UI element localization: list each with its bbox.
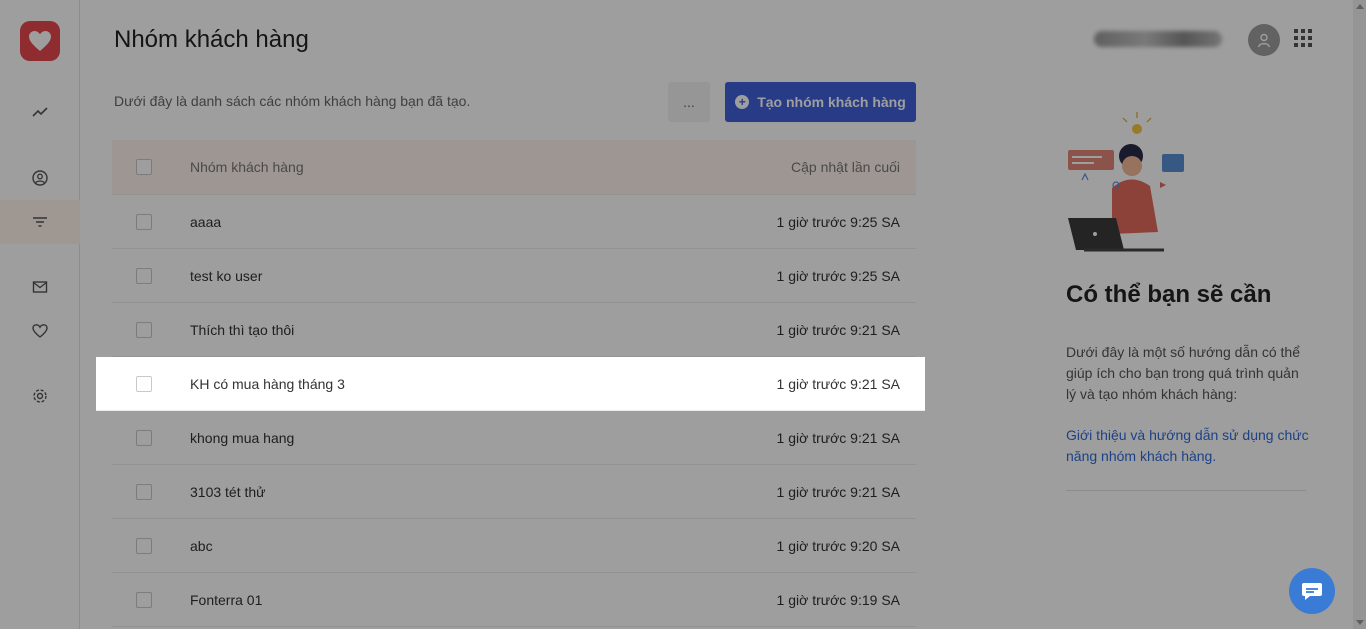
more-options-button[interactable]: ... <box>668 82 710 122</box>
panel-divider <box>1066 490 1306 491</box>
row-checkbox[interactable] <box>136 483 152 500</box>
select-all-checkbox[interactable] <box>136 159 152 175</box>
app-logo[interactable] <box>20 21 60 61</box>
help-illustration <box>1068 112 1184 252</box>
group-name[interactable]: KH có mua hàng tháng 3 <box>190 376 777 392</box>
sidebar <box>0 0 80 629</box>
column-header-updated: Cập nhật lần cuối <box>791 159 900 175</box>
table-row[interactable]: abc 1 giờ trước 9:20 SA <box>112 519 916 573</box>
create-group-button[interactable]: + Tạo nhóm khách hàng <box>725 82 916 122</box>
table-row[interactable]: khong mua hang 1 giờ trước 9:21 SA <box>112 411 916 465</box>
settings-icon <box>33 389 47 403</box>
nav-loyalty[interactable] <box>0 309 80 353</box>
apps-grid-icon[interactable] <box>1294 29 1312 47</box>
nav-settings[interactable] <box>0 374 80 418</box>
row-checkbox[interactable] <box>136 267 152 284</box>
table-row-highlighted[interactable]: KH có mua hàng tháng 3 1 giờ trước 9:21 … <box>96 357 925 411</box>
contacts-icon <box>32 170 48 186</box>
row-checkbox[interactable] <box>136 213 152 230</box>
group-updated: 1 giờ trước 9:19 SA <box>776 591 900 608</box>
row-checkbox[interactable] <box>136 429 152 446</box>
chat-support-button[interactable] <box>1289 568 1335 614</box>
table-row[interactable]: test ko user 1 giờ trước 9:25 SA <box>112 249 916 303</box>
group-updated: 1 giờ trước 9:21 SA <box>776 429 900 446</box>
scroll-down-arrow-icon[interactable] <box>1356 620 1364 625</box>
analytics-icon <box>32 107 48 117</box>
customer-groups-table: Nhóm khách hàng Cập nhật lần cuối aaaa 1… <box>96 140 925 627</box>
plus-circle-icon: + <box>735 95 750 109</box>
mail-icon <box>32 281 48 293</box>
group-updated: 1 giờ trước 9:21 SA <box>776 375 900 392</box>
group-updated: 1 giờ trước 9:21 SA <box>776 483 900 500</box>
nav-contacts[interactable] <box>0 156 80 200</box>
help-guide-link[interactable]: Giới thiệu và hướng dẫn sử dụng chức năn… <box>1066 425 1312 467</box>
vertical-scrollbar[interactable] <box>1353 0 1366 629</box>
row-checkbox[interactable] <box>136 375 152 392</box>
column-header-name: Nhóm khách hàng <box>190 159 304 175</box>
chat-icon <box>1302 583 1322 600</box>
group-name[interactable]: Thích thì tạo thôi <box>190 322 777 338</box>
table-header: Nhóm khách hàng Cập nhật lần cuối <box>112 140 916 195</box>
group-updated: 1 giờ trước 9:20 SA <box>776 537 900 554</box>
avatar[interactable] <box>1248 24 1280 56</box>
table-row[interactable]: aaaa 1 giờ trước 9:25 SA <box>112 195 916 249</box>
nav-customer-groups[interactable] <box>0 200 80 244</box>
table-row[interactable]: 3103 tét thử 1 giờ trước 9:21 SA <box>112 465 916 519</box>
group-name[interactable]: aaaa <box>190 214 777 230</box>
group-updated: 1 giờ trước 9:25 SA <box>776 267 900 284</box>
filter-icon <box>33 217 47 227</box>
heart-icon <box>32 324 48 338</box>
page-title: Nhóm khách hàng <box>114 26 309 53</box>
row-checkbox[interactable] <box>136 537 152 554</box>
create-group-label: Tạo nhóm khách hàng <box>757 94 906 110</box>
group-name[interactable]: khong mua hang <box>190 430 777 446</box>
row-checkbox[interactable] <box>136 321 152 338</box>
user-name-blurred[interactable] <box>1094 31 1222 47</box>
heart-logo-icon <box>29 31 51 51</box>
nav-analytics[interactable] <box>0 90 80 134</box>
user-icon <box>1257 33 1271 48</box>
group-updated: 1 giờ trước 9:25 SA <box>776 213 900 230</box>
table-row[interactable]: Fonterra 01 1 giờ trước 9:19 SA <box>112 573 916 627</box>
group-name[interactable]: test ko user <box>190 268 777 284</box>
scroll-up-arrow-icon[interactable] <box>1356 4 1364 9</box>
group-name[interactable]: 3103 tét thử <box>190 484 777 500</box>
table-row[interactable]: Thích thì tạo thôi 1 giờ trước 9:21 SA <box>112 303 916 357</box>
group-name[interactable]: Fonterra 01 <box>190 592 777 608</box>
page-subtitle: Dưới đây là danh sách các nhóm khách hàn… <box>114 93 471 109</box>
panel-title: Có thể bạn sẽ cần <box>1066 281 1272 308</box>
group-name[interactable]: abc <box>190 538 777 554</box>
panel-description: Dưới đây là một số hướng dẫn có thể giúp… <box>1066 344 1301 402</box>
nav-mail[interactable] <box>0 265 80 309</box>
row-checkbox[interactable] <box>136 591 152 608</box>
group-updated: 1 giờ trước 9:21 SA <box>776 321 900 338</box>
